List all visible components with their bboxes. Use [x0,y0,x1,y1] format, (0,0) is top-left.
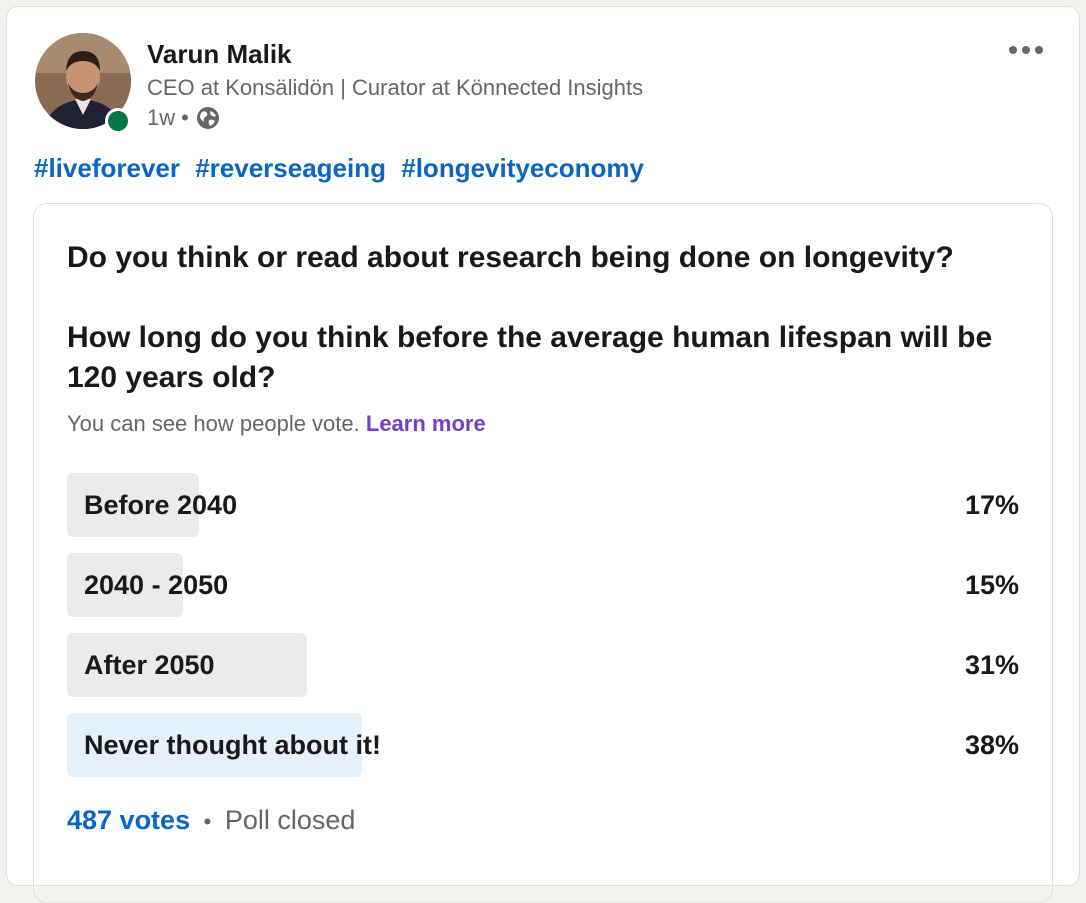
poll-visibility-note: You can see how people vote. Learn more [67,411,486,437]
poll-question-line: Do you think or read about research bein… [67,241,954,274]
poll-option[interactable]: After 2050 31% [67,633,1019,697]
poll-option-label: Before 2040 [84,490,238,520]
hashtag-link[interactable]: #liveforever [34,153,180,183]
poll-question-line: How long do you think before the average… [67,321,993,394]
poll-option-label: After 2050 [84,650,215,680]
more-dot [1022,46,1030,54]
more-options-button[interactable] [1001,35,1051,65]
learn-more-link[interactable]: Learn more [366,411,486,436]
post-card: Varun Malik CEO at Konsälidön | Curator … [6,6,1080,903]
poll-status: Poll closed [224,805,356,835]
poll-option[interactable]: Never thought about it! 38% [67,713,1019,777]
author-headline: CEO at Konsälidön | Curator at Könnected… [147,75,644,100]
votes-count-link[interactable]: 487 votes [67,805,190,835]
poll-option-percent: 17% [964,490,1019,520]
poll-option-label: 2040 - 2050 [84,570,229,600]
globe-icon [195,105,221,131]
meta-separator: • [181,105,189,130]
hashtag-link[interactable]: #longevityeconomy [401,153,644,183]
hashtags: #liveforever #reverseageing #longevityec… [34,153,652,184]
footer-separator: • [203,809,212,834]
more-horizontal-icon [1009,46,1017,54]
hashtag-link[interactable]: #reverseageing [195,153,386,183]
post-time: 1w [147,105,176,130]
visibility-text: You can see how people vote. [67,411,360,436]
poll-option-percent: 31% [964,650,1019,680]
online-status-indicator [105,108,131,134]
poll-question: Do you think or read about research bein… [67,238,1027,398]
post-meta: 1w • [147,105,221,131]
poll-option[interactable]: 2040 - 2050 15% [67,553,1019,617]
poll-option-percent: 15% [964,570,1019,600]
poll-option[interactable]: Before 2040 17% [67,473,1019,537]
poll-option-label: Never thought about it! [84,730,381,760]
author-name[interactable]: Varun Malik [147,39,292,70]
poll-option-percent: 38% [964,730,1019,760]
poll-footer: 487 votes • Poll closed [67,805,355,836]
poll-container: Do you think or read about research bein… [33,203,1053,903]
more-dot [1035,46,1043,54]
online-dot [108,111,128,131]
